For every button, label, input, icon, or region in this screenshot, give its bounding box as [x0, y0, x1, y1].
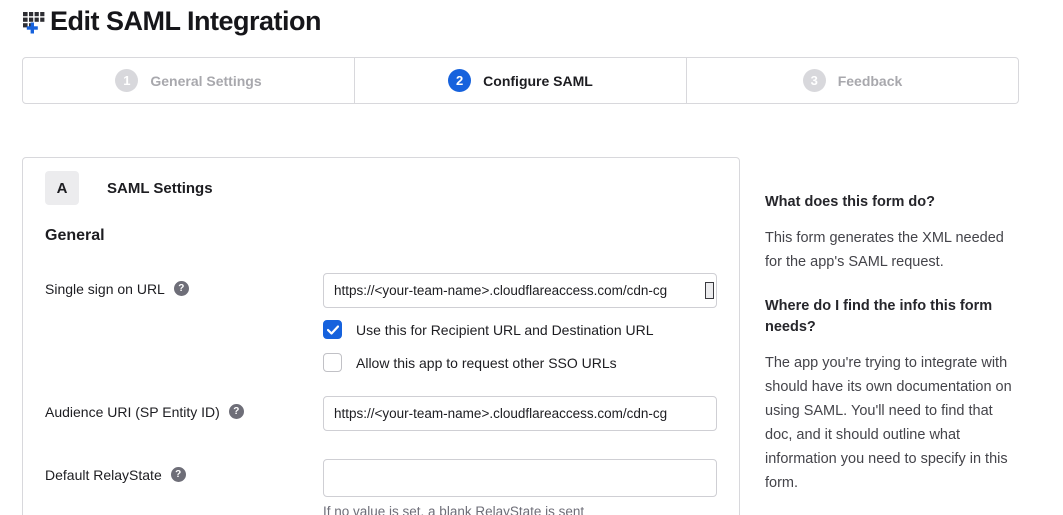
relay-state-controls: If no value is set, a blank RelayState i…: [323, 459, 717, 515]
recipient-url-checkbox-row: Use this for Recipient URL and Destinati…: [323, 320, 717, 339]
saml-settings-panel: A SAML Settings General Single sign on U…: [22, 157, 740, 515]
audience-uri-label: Audience URI (SP Entity ID): [45, 403, 220, 421]
sso-url-label-col: Single sign on URL ?: [45, 273, 323, 372]
audience-uri-controls: [323, 396, 717, 431]
panel-header: A SAML Settings: [45, 171, 717, 205]
sso-url-input[interactable]: [323, 273, 717, 308]
step-2-label: Configure SAML: [483, 73, 593, 89]
relay-state-help-icon[interactable]: ?: [171, 467, 186, 482]
other-sso-checkbox-label[interactable]: Allow this app to request other SSO URLs: [356, 355, 617, 371]
step-3-circle: 3: [803, 69, 826, 92]
audience-uri-label-col: Audience URI (SP Entity ID) ?: [45, 396, 323, 431]
step-1-circle: 1: [115, 69, 138, 92]
audience-uri-help-icon[interactable]: ?: [229, 404, 244, 419]
sso-url-controls: Use this for Recipient URL and Destinati…: [323, 273, 717, 372]
sso-url-label: Single sign on URL: [45, 280, 165, 298]
step-1-label: General Settings: [150, 73, 261, 89]
step-3-label: Feedback: [838, 73, 903, 89]
page-title: Edit SAML Integration: [50, 6, 321, 37]
section-title: SAML Settings: [107, 180, 213, 197]
step-2-circle: 2: [448, 69, 471, 92]
sidebar-para-what: This form generates the XML needed for t…: [765, 226, 1017, 274]
step-feedback[interactable]: 3 Feedback: [686, 58, 1018, 103]
step-configure-saml[interactable]: 2 Configure SAML: [354, 58, 686, 103]
wizard-steps: 1 General Settings 2 Configure SAML 3 Fe…: [22, 57, 1019, 104]
sso-url-row: Single sign on URL ? Use this for Recipi…: [45, 273, 717, 372]
audience-uri-row: Audience URI (SP Entity ID) ?: [45, 396, 717, 431]
edit-saml-integration-page: Edit SAML Integration 1 General Settings…: [0, 0, 1063, 515]
relay-state-label: Default RelayState: [45, 466, 162, 484]
sidebar-heading-what: What does this form do?: [765, 192, 1017, 213]
step-general-settings[interactable]: 1 General Settings: [23, 58, 354, 103]
text-cursor: [705, 282, 714, 299]
other-sso-checkbox-row: Allow this app to request other SSO URLs: [323, 353, 717, 372]
general-heading: General: [45, 227, 717, 245]
recipient-url-checkbox[interactable]: [323, 320, 342, 339]
sidebar-heading-where: Where do I find the info this form needs…: [765, 296, 1017, 338]
help-sidebar: What does this form do? This form genera…: [765, 192, 1017, 495]
checkmark-icon: [327, 325, 339, 335]
page-header: Edit SAML Integration: [20, 6, 321, 37]
relay-state-row: Default RelayState ? If no value is set,…: [45, 459, 717, 515]
other-sso-checkbox[interactable]: [323, 353, 342, 372]
recipient-url-checkbox-label[interactable]: Use this for Recipient URL and Destinati…: [356, 322, 654, 338]
relay-state-input[interactable]: [323, 459, 717, 497]
relay-state-label-col: Default RelayState ?: [45, 459, 323, 515]
sso-url-help-icon[interactable]: ?: [174, 281, 189, 296]
app-grid-plus-icon: [20, 8, 47, 35]
audience-uri-input[interactable]: [323, 396, 717, 431]
section-a-badge: A: [45, 171, 79, 205]
relay-state-helper-text: If no value is set, a blank RelayState i…: [323, 504, 717, 515]
sidebar-para-where: The app you're trying to integrate with …: [765, 351, 1017, 495]
